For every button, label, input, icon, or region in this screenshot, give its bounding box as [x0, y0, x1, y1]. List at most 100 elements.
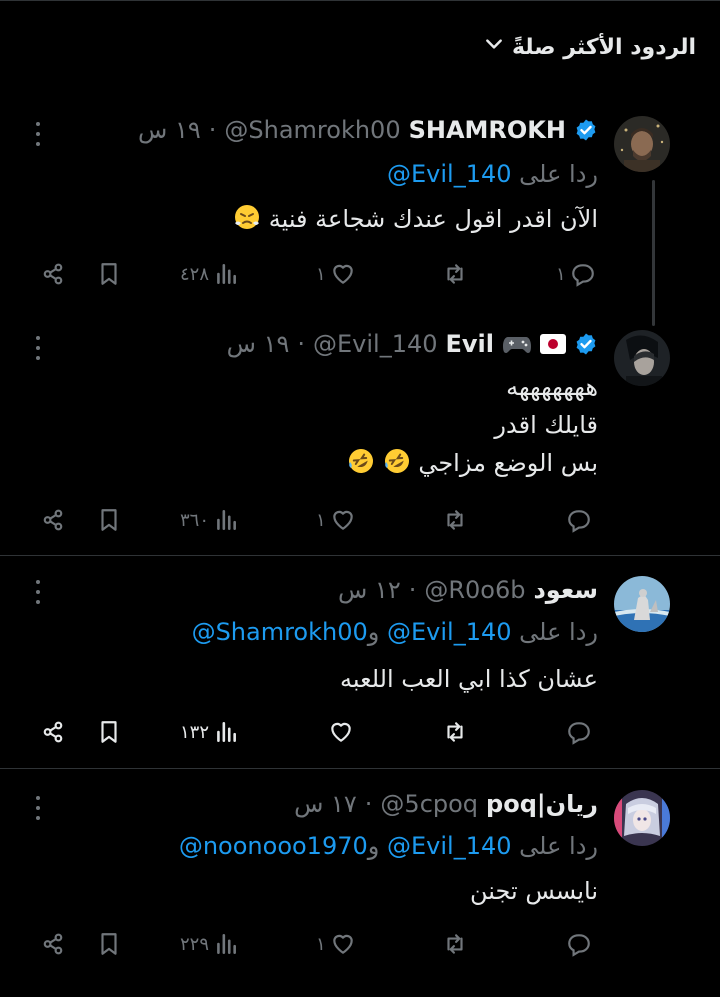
- timestamp[interactable]: ١٢ س: [338, 576, 401, 604]
- display-name[interactable]: سعود: [533, 576, 598, 604]
- views-button[interactable]: ٢٢٩: [180, 928, 239, 960]
- like-icon: [330, 507, 356, 533]
- retweet-button[interactable]: [442, 258, 468, 290]
- avatar[interactable]: [614, 790, 670, 846]
- post-header: SHAMROKH @Shamrokh00 · ١٩ س: [138, 116, 598, 144]
- reply-icon: [566, 507, 592, 533]
- mention-link[interactable]: @Evil_140: [387, 832, 512, 860]
- separator-dot: ·: [408, 576, 417, 604]
- like-icon: [330, 261, 356, 287]
- reply-prefix: ردا على: [519, 618, 598, 646]
- conjunction: و: [367, 832, 380, 860]
- more-icon[interactable]: [32, 122, 44, 146]
- conjunction: و: [367, 618, 380, 646]
- post-actions: ١٣٢: [36, 716, 606, 748]
- display-name[interactable]: SHAMROKH: [409, 116, 566, 144]
- display-name[interactable]: ريان|poq: [486, 790, 598, 818]
- gamepad-icon: [502, 334, 532, 354]
- share-button[interactable]: [40, 504, 66, 536]
- avatar[interactable]: [614, 576, 670, 632]
- bookmark-button[interactable]: [96, 928, 122, 960]
- post-actions: ١ ٣٦٠: [36, 504, 606, 536]
- views-count: ٢٢٩: [180, 933, 210, 955]
- more-icon[interactable]: [32, 796, 44, 820]
- views-icon: [213, 261, 239, 287]
- share-button[interactable]: [40, 258, 66, 290]
- rolling-on-floor-laughing-emoji: [383, 447, 411, 475]
- reply-prefix: ردا على: [519, 832, 598, 860]
- views-icon: [213, 719, 239, 745]
- mention-link[interactable]: @Evil_140: [387, 160, 512, 188]
- bookmark-button[interactable]: [96, 258, 122, 290]
- like-button[interactable]: ١: [316, 928, 356, 960]
- like-button[interactable]: ١: [316, 504, 356, 536]
- timestamp[interactable]: ١٧ س: [294, 790, 357, 818]
- user-handle[interactable]: @R0o6b: [424, 576, 525, 604]
- sort-replies-dropdown[interactable]: الردود الأكثر صلةً: [484, 34, 696, 60]
- avatar[interactable]: [614, 116, 670, 172]
- verified-badge-icon: [574, 332, 598, 356]
- share-icon: [40, 931, 66, 957]
- like-button[interactable]: [328, 716, 354, 748]
- more-icon[interactable]: [32, 336, 44, 360]
- post-actions: ١ ٢٢٩: [36, 928, 606, 960]
- user-handle[interactable]: @Shamrokh00: [224, 116, 400, 144]
- separator-dot: ·: [364, 790, 373, 818]
- post-text: عشان كذا ابي العب اللعبه: [340, 660, 598, 698]
- mention-link[interactable]: @noonooo1970: [179, 832, 368, 860]
- user-handle[interactable]: @Evil_140: [313, 330, 438, 358]
- verified-badge-icon: [574, 118, 598, 142]
- bookmark-icon: [96, 507, 122, 533]
- timestamp[interactable]: ١٩ س: [138, 116, 201, 144]
- share-button[interactable]: [40, 716, 66, 748]
- post-header: سعود @R0o6b · ١٢ س: [338, 576, 598, 604]
- retweet-icon: [442, 507, 468, 533]
- more-icon[interactable]: [32, 580, 44, 604]
- rolling-on-floor-laughing-emoji: [347, 447, 375, 475]
- retweet-button[interactable]: [442, 928, 468, 960]
- retweet-icon: [442, 719, 468, 745]
- like-button[interactable]: ١: [316, 258, 356, 290]
- display-name[interactable]: Evil: [446, 330, 495, 358]
- reply-button[interactable]: ١: [556, 258, 596, 290]
- bookmark-icon: [96, 931, 122, 957]
- bookmark-button[interactable]: [96, 504, 122, 536]
- views-icon: [213, 507, 239, 533]
- reply-button[interactable]: [566, 716, 592, 748]
- post-text: هههههههه قايلك اقدر بس الوضع مزاجي: [347, 368, 598, 482]
- post-line: عشان كذا ابي العب اللعبه: [340, 665, 598, 693]
- share-button[interactable]: [40, 928, 66, 960]
- bookmark-button[interactable]: [96, 716, 122, 748]
- views-count: ٣٦٠: [180, 509, 210, 531]
- separator-dot: ·: [297, 330, 305, 358]
- like-count: ١: [316, 509, 326, 531]
- views-button[interactable]: ١٣٢: [180, 716, 239, 748]
- reply-icon: [570, 261, 596, 287]
- user-handle[interactable]: @5cpoq: [380, 790, 478, 818]
- divider: [0, 768, 720, 769]
- mention-link[interactable]: @Evil_140: [387, 618, 512, 646]
- japan-flag-icon: [540, 334, 566, 354]
- mention-link[interactable]: @Shamrokh00: [192, 618, 368, 646]
- like-icon: [328, 719, 354, 745]
- thread-line: [652, 180, 655, 326]
- views-button[interactable]: ٤٢٨: [180, 258, 239, 290]
- share-icon: [40, 261, 66, 287]
- views-button[interactable]: ٣٦٠: [180, 504, 239, 536]
- avatar[interactable]: [614, 330, 670, 386]
- separator-dot: ·: [208, 116, 217, 144]
- reply-button[interactable]: [566, 504, 592, 536]
- views-icon: [213, 931, 239, 957]
- share-icon: [40, 719, 66, 745]
- timestamp[interactable]: ١٩ س: [227, 330, 290, 358]
- chevron-down-icon: [484, 34, 504, 60]
- reply-button[interactable]: [566, 928, 592, 960]
- retweet-button[interactable]: [442, 504, 468, 536]
- retweet-icon: [442, 931, 468, 957]
- post-actions: ١ ١ ٤٢٨: [36, 258, 606, 290]
- divider: [0, 555, 720, 556]
- post-header: Evil @Evil_140 · ١٩ س: [227, 330, 598, 358]
- sort-label: الردود الأكثر صلةً: [511, 34, 696, 60]
- retweet-button[interactable]: [442, 716, 468, 748]
- post-header: ريان|poq @5cpoq · ١٧ س: [294, 790, 598, 818]
